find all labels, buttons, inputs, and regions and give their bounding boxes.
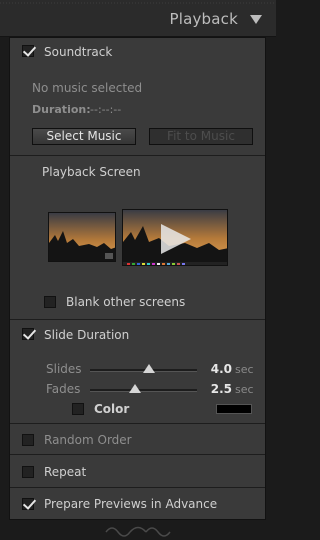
slides-unit: sec <box>235 363 254 376</box>
fit-to-music-button[interactable]: Fit to Music <box>149 128 253 145</box>
soundtrack-checkbox[interactable] <box>22 45 34 57</box>
triangle-down-icon[interactable] <box>250 15 262 24</box>
music-status: No music selected <box>32 81 143 95</box>
select-music-button[interactable]: Select Music <box>32 128 136 145</box>
secondary-screen-thumbnail[interactable] <box>48 212 116 262</box>
slide-duration-section: Slide Duration Slides 4.0 sec Fades 2.5 … <box>10 319 265 423</box>
slides-value[interactable]: 4.0 <box>202 362 232 376</box>
slide-duration-label: Slide Duration <box>44 328 130 342</box>
playback-screen-title: Playback Screen <box>42 165 141 179</box>
playback-panel-header[interactable]: Playback <box>0 0 276 37</box>
color-swatch[interactable] <box>216 404 252 414</box>
blank-other-screens-checkbox[interactable] <box>44 296 56 308</box>
repeat-checkbox[interactable] <box>22 466 34 478</box>
duration-value: --:--:-- <box>90 103 122 116</box>
soundtrack-section: Soundtrack No music selected Duration: -… <box>10 38 265 155</box>
prepare-previews-label: Prepare Previews in Advance <box>44 497 218 511</box>
fades-value[interactable]: 2.5 <box>202 382 232 396</box>
random-order-section: Random Order <box>10 423 265 454</box>
slides-label: Slides <box>46 362 82 376</box>
random-order-checkbox[interactable] <box>22 434 34 446</box>
duration-label: Duration: <box>32 103 91 116</box>
panel-end-ornament <box>105 526 171 537</box>
prepare-previews-checkbox[interactable] <box>22 498 34 510</box>
fades-unit: sec <box>235 383 254 396</box>
fades-slider-knob[interactable] <box>128 384 141 393</box>
playback-panel: Soundtrack No music selected Duration: -… <box>9 37 266 520</box>
repeat-section: Repeat <box>10 454 265 487</box>
header-texture <box>0 2 276 4</box>
blank-other-screens-label: Blank other screens <box>66 295 186 309</box>
panel-title: Playback <box>169 10 238 28</box>
panel-footer <box>0 520 276 540</box>
fades-label: Fades <box>46 382 81 396</box>
random-order-label: Random Order <box>44 433 132 447</box>
prepare-previews-section: Prepare Previews in Advance <box>10 487 265 519</box>
fades-slider-track[interactable] <box>90 389 197 392</box>
soundtrack-label: Soundtrack <box>44 45 113 59</box>
repeat-label: Repeat <box>44 465 87 479</box>
slides-slider-knob[interactable] <box>142 364 155 373</box>
color-label: Color <box>94 402 130 416</box>
color-checkbox[interactable] <box>72 403 84 415</box>
slide-duration-checkbox[interactable] <box>22 328 34 340</box>
playback-screen-section: Playback Screen Blank other screens <box>10 155 265 319</box>
main-screen-thumbnail[interactable] <box>122 209 228 266</box>
